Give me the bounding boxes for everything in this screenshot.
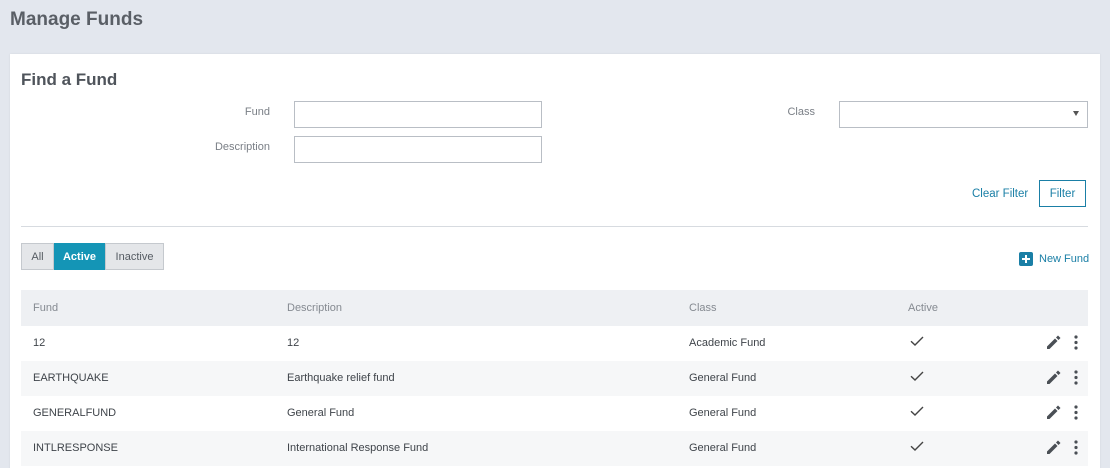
column-header-class[interactable]: Class xyxy=(689,302,717,314)
pencil-icon[interactable] xyxy=(1045,334,1062,351)
cell-description: Earthquake relief fund xyxy=(287,372,395,384)
divider xyxy=(21,226,1088,227)
cell-description: 12 xyxy=(287,337,300,349)
cell-fund: 12 xyxy=(33,337,46,349)
column-header-description[interactable]: Description xyxy=(287,302,342,314)
kebab-menu-icon[interactable] xyxy=(1071,404,1081,421)
cell-description: General Fund xyxy=(287,407,355,419)
checkmark-icon xyxy=(910,406,924,416)
pencil-icon[interactable] xyxy=(1045,404,1062,421)
pencil-icon[interactable] xyxy=(1045,439,1062,456)
cell-fund: GENERALFUND xyxy=(33,407,117,419)
column-header-fund[interactable]: Fund xyxy=(33,302,58,314)
checkmark-icon xyxy=(910,441,924,451)
kebab-menu-icon[interactable] xyxy=(1071,439,1081,456)
column-header-active[interactable]: Active xyxy=(908,302,938,314)
table-header: Fund Description Class Active xyxy=(21,290,1088,326)
filter-button[interactable]: Filter xyxy=(1039,180,1086,207)
cell-class: Academic Fund xyxy=(689,337,766,349)
fund-input[interactable] xyxy=(294,101,542,128)
description-input[interactable] xyxy=(294,136,542,163)
cell-fund: INTLRESPONSE xyxy=(33,442,118,454)
class-label: Class xyxy=(787,106,815,118)
table-row[interactable]: EARTHQUAKE Earthquake relief fund Genera… xyxy=(21,361,1088,396)
cell-fund: EARTHQUAKE xyxy=(33,372,109,384)
manage-funds-card: Find a Fund Fund Description Class Clear… xyxy=(10,54,1100,468)
checkmark-icon xyxy=(910,336,924,346)
kebab-menu-icon[interactable] xyxy=(1071,334,1081,351)
fund-label: Fund xyxy=(244,106,270,118)
kebab-menu-icon[interactable] xyxy=(1071,369,1081,386)
cell-class: General Fund xyxy=(689,372,757,384)
cell-description: International Response Fund xyxy=(287,442,429,454)
chevron-down-icon xyxy=(1073,111,1079,116)
tab-active[interactable]: Active xyxy=(54,243,105,270)
find-fund-title: Find a Fund xyxy=(21,70,118,89)
pencil-icon[interactable] xyxy=(1045,369,1062,386)
checkmark-icon xyxy=(910,371,924,381)
class-select[interactable] xyxy=(839,101,1088,128)
tab-all[interactable]: All xyxy=(21,243,54,270)
plus-icon xyxy=(1019,252,1033,266)
page-title: Manage Funds xyxy=(10,9,144,30)
table-row[interactable]: INTLRESPONSE International Response Fund… xyxy=(21,431,1088,466)
tab-inactive[interactable]: Inactive xyxy=(105,243,164,270)
table-row[interactable]: 12 12 Academic Fund xyxy=(21,326,1088,361)
cell-class: General Fund xyxy=(689,442,757,454)
clear-filter-button[interactable]: Clear Filter xyxy=(972,188,1028,200)
cell-class: General Fund xyxy=(689,407,757,419)
table-row[interactable]: GENERALFUND General Fund General Fund xyxy=(21,396,1088,431)
new-fund-label: New Fund xyxy=(1039,253,1090,265)
new-fund-button[interactable]: New Fund xyxy=(1019,252,1089,266)
description-label: Description xyxy=(214,141,270,153)
